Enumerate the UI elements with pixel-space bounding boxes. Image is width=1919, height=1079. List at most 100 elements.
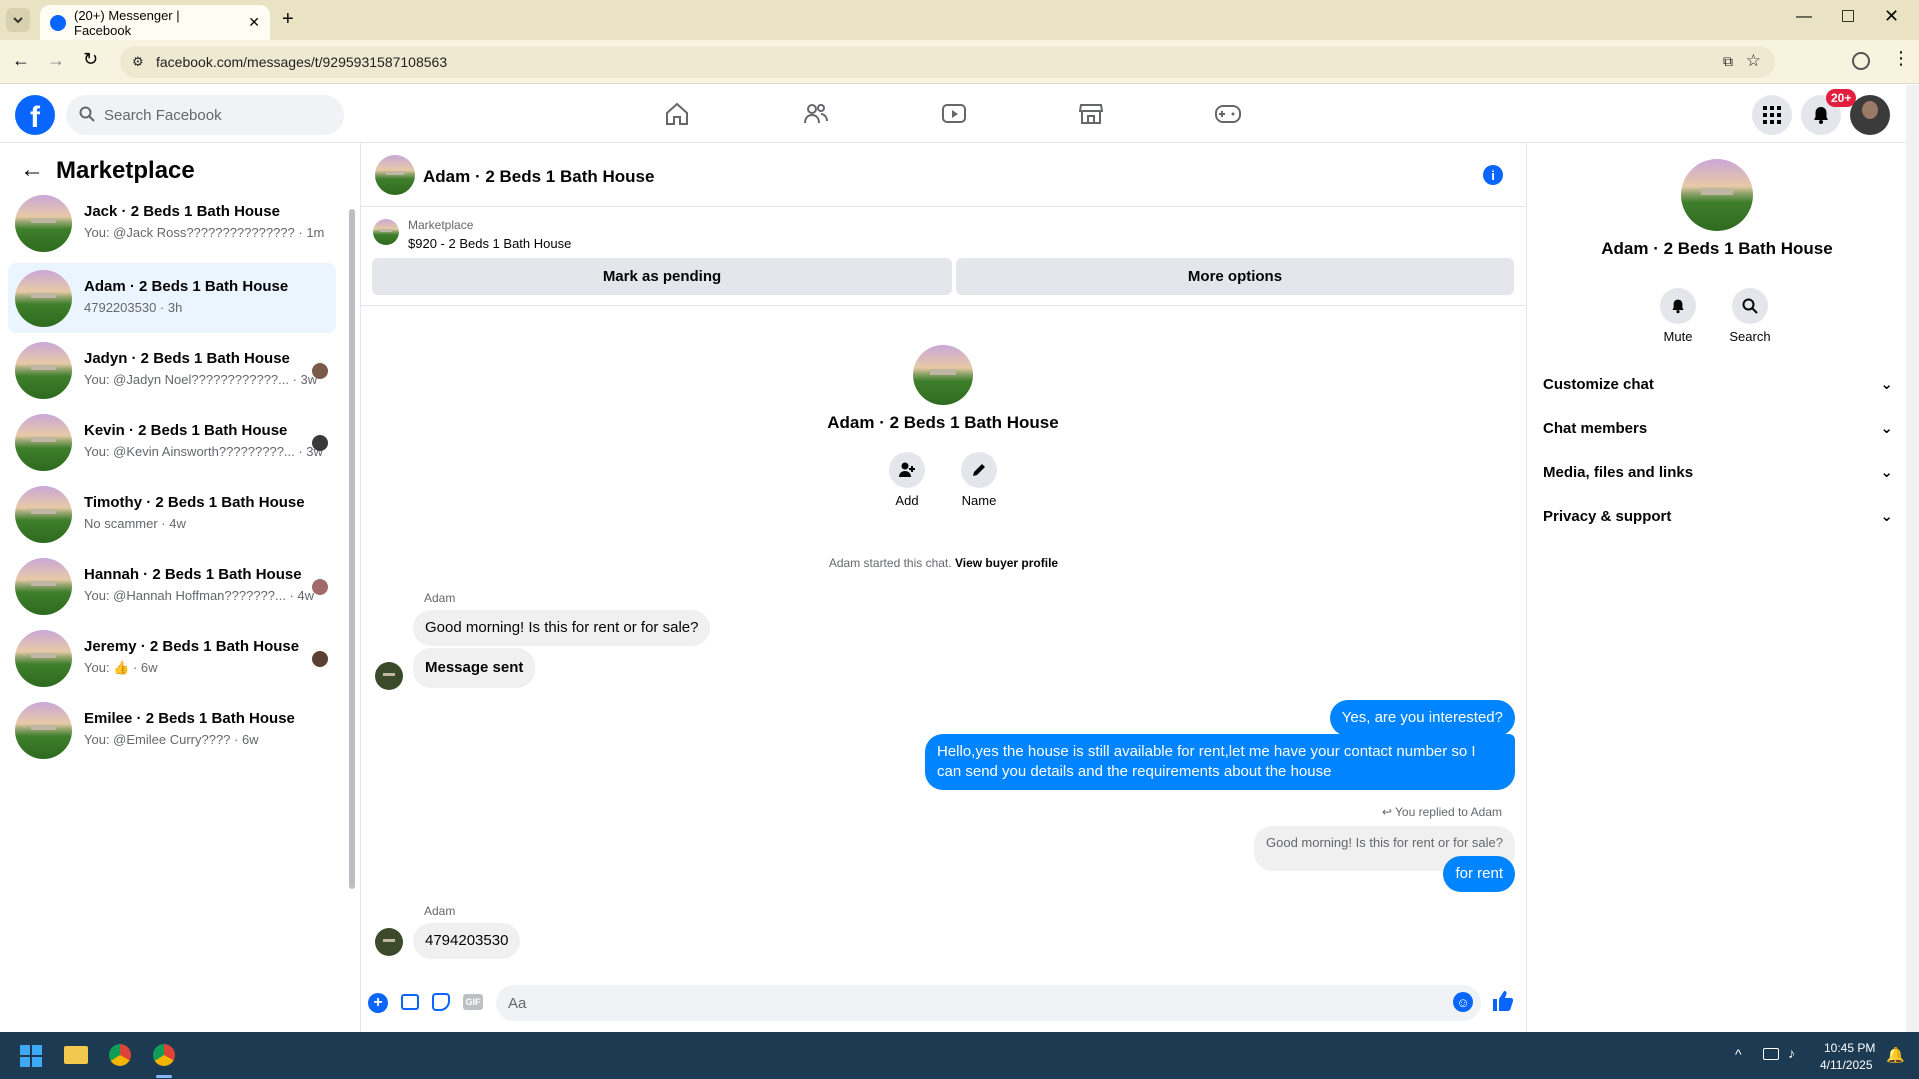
divider — [361, 305, 1526, 306]
minimize-button[interactable]: — — [1796, 8, 1812, 26]
listing-title[interactable]: $920 - 2 Beds 1 Bath House — [408, 236, 571, 251]
incoming-message[interactable]: Message sent — [413, 648, 536, 688]
conversation-item[interactable]: Timothy · 2 Beds 1 Bath House No scammer … — [8, 479, 336, 549]
new-tab-button[interactable]: + — [282, 8, 294, 31]
mark-as-pending-button[interactable]: Mark as pending — [372, 258, 952, 295]
attach-photo-icon[interactable] — [401, 994, 419, 1010]
notification-center-icon[interactable]: 🔔 — [1886, 1046, 1905, 1064]
conversation-item[interactable]: Jadyn · 2 Beds 1 Bath House You: @Jadyn N… — [8, 335, 336, 405]
info-avatar[interactable] — [1681, 159, 1753, 231]
listing-avatar — [15, 630, 72, 687]
info-name: Adam · 2 Beds 1 Bath House — [1601, 239, 1833, 258]
install-icon[interactable]: ⧉ — [1723, 53, 1733, 70]
clock-time[interactable]: 10:45 PM — [1824, 1041, 1875, 1055]
file-explorer-icon[interactable] — [64, 1046, 88, 1064]
page-scrollbar[interactable] — [1906, 85, 1919, 1032]
incoming-message[interactable]: 4794203530 — [413, 923, 521, 959]
close-window-button[interactable]: ✕ — [1884, 6, 1899, 27]
privacy-support-row[interactable]: Privacy & support ⌄ — [1543, 498, 1893, 534]
tab-search-icon[interactable] — [6, 8, 30, 32]
network-icon[interactable] — [1763, 1048, 1779, 1060]
address-bar[interactable]: ⚙ facebook.com/messages/t/92959315871085… — [120, 46, 1775, 78]
chat-header: Adam · 2 Beds 1 Bath House i — [361, 143, 1526, 207]
back-button[interactable]: ← — [12, 50, 30, 71]
profile-icon[interactable] — [1852, 52, 1870, 70]
list-scrollbar[interactable] — [349, 209, 355, 889]
conversation-preview: You: @Jadyn Noel????????????... · 3w — [84, 372, 318, 387]
apps-menu-icon[interactable] — [1752, 95, 1792, 135]
gif-icon[interactable]: GIF — [463, 994, 483, 1010]
profile-avatar[interactable] — [913, 345, 973, 405]
search-chat-icon[interactable] — [1732, 288, 1768, 324]
panel-title: Marketplace — [56, 157, 195, 184]
conversation-preview: You: @Jack Ross??????????????? · 1m — [84, 225, 325, 240]
section-label: Customize chat — [1543, 375, 1654, 393]
conversation-preview: You: 👍 · 6w — [84, 660, 158, 675]
incoming-message[interactable]: Good morning! Is this for rent or for sa… — [413, 610, 711, 646]
listing-thumb[interactable] — [373, 219, 399, 245]
tray-chevron-icon[interactable]: ^ — [1735, 1046, 1742, 1062]
marketplace-nav-icon[interactable] — [1071, 97, 1111, 131]
outgoing-message[interactable]: Yes, are you interested? — [1329, 700, 1515, 736]
listing-avatar — [15, 414, 72, 471]
active-app-indicator — [156, 1075, 172, 1078]
bookmark-star-icon[interactable]: ☆ — [1746, 51, 1761, 71]
customize-chat-row[interactable]: Customize chat ⌄ — [1543, 366, 1893, 402]
info-icon[interactable]: i — [1483, 165, 1503, 185]
conversation-item[interactable]: Kevin · 2 Beds 1 Bath House You: @Kevin A… — [8, 407, 336, 477]
outgoing-message[interactable]: for rent — [1443, 856, 1515, 892]
back-arrow-icon[interactable]: ← — [20, 156, 44, 184]
sender-avatar[interactable] — [375, 662, 403, 690]
chrome-active-icon[interactable] — [153, 1044, 175, 1066]
chat-members-row[interactable]: Chat members ⌄ — [1543, 410, 1893, 446]
facebook-logo-icon[interactable]: f — [15, 95, 55, 135]
browser-menu-icon[interactable]: ⋮ — [1892, 48, 1910, 69]
conversation-item-active[interactable]: Adam · 2 Beds 1 Bath House 4792203530 · 3… — [8, 263, 336, 333]
sticker-icon[interactable] — [432, 993, 450, 1011]
windows-start-icon[interactable] — [20, 1045, 42, 1067]
chrome-icon[interactable] — [109, 1044, 131, 1066]
sender-avatar[interactable] — [375, 928, 403, 956]
chat-title[interactable]: Adam · 2 Beds 1 Bath House — [423, 167, 654, 187]
edit-name-pencil-icon[interactable] — [961, 452, 997, 488]
chat-avatar[interactable] — [375, 155, 415, 195]
gaming-nav-icon[interactable] — [1208, 97, 1248, 131]
volume-icon[interactable]: ♪ — [1788, 1045, 1795, 1061]
search-facebook-input[interactable]: Search Facebook — [66, 95, 344, 135]
search-label: Search — [1729, 329, 1771, 344]
more-options-button[interactable]: More options — [956, 258, 1514, 295]
outgoing-message[interactable]: Hello,yes the house is still available f… — [925, 734, 1515, 790]
browser-tab[interactable]: (20+) Messenger | Facebook ✕ — [40, 5, 270, 40]
message-placeholder: Aa — [508, 994, 527, 1012]
sender-name: Adam — [424, 591, 456, 605]
more-actions-plus-icon[interactable]: + — [368, 993, 388, 1013]
search-placeholder: Search Facebook — [104, 106, 222, 124]
listing-avatar — [15, 342, 72, 399]
friends-nav-icon[interactable] — [796, 97, 836, 131]
restore-button[interactable] — [1842, 10, 1854, 22]
conversation-item[interactable]: Hannah · 2 Beds 1 Bath House You: @Hannah… — [8, 551, 336, 621]
reload-button[interactable]: ↻ — [83, 49, 98, 70]
conversation-name: Jadyn · 2 Beds 1 Bath House — [84, 350, 290, 367]
forward-button[interactable]: → — [47, 50, 65, 71]
view-buyer-profile-link[interactable]: View buyer profile — [955, 556, 1058, 570]
seen-avatar — [312, 579, 328, 595]
like-thumb-icon[interactable] — [1491, 989, 1515, 1018]
site-info-icon[interactable]: ⚙ — [132, 54, 144, 70]
conversation-preview: 4792203530 · 3h — [84, 300, 183, 315]
home-nav-icon[interactable] — [657, 97, 697, 131]
conversation-item[interactable]: Jeremy · 2 Beds 1 Bath House You: 👍 · 6w — [8, 623, 336, 693]
account-avatar[interactable] — [1850, 95, 1890, 135]
tab-close-icon[interactable]: ✕ — [248, 14, 260, 31]
video-nav-icon[interactable] — [934, 97, 974, 131]
conversation-item[interactable]: Jack · 2 Beds 1 Bath House You: @Jack Ros… — [8, 188, 336, 258]
emoji-icon[interactable]: ☺ — [1453, 992, 1473, 1012]
media-files-links-row[interactable]: Media, files and links ⌄ — [1543, 454, 1893, 490]
replied-label: ↩ You replied to Adam — [1382, 805, 1502, 819]
conversation-name: Emilee · 2 Beds 1 Bath House — [84, 710, 295, 727]
clock-date[interactable]: 4/11/2025 — [1820, 1058, 1873, 1072]
message-input[interactable]: Aa — [496, 985, 1481, 1021]
mute-bell-icon[interactable] — [1660, 288, 1696, 324]
conversation-item[interactable]: Emilee · 2 Beds 1 Bath House You: @Emilee… — [8, 695, 336, 765]
add-person-button[interactable] — [889, 452, 925, 488]
